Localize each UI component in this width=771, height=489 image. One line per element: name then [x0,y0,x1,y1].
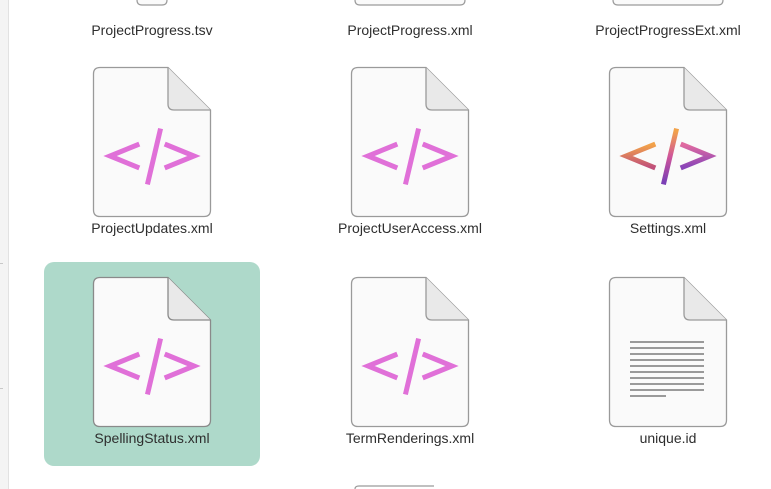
xml-document-icon [92,276,212,428]
file-name: ProjectUpdates.xml [91,220,213,236]
xml-document-icon [92,66,212,218]
file-item[interactable]: unique.id [560,262,771,466]
file-item-selected[interactable]: SpellingStatus.xml [44,262,260,466]
xml-document-icon [350,276,470,428]
file-name: unique.id [639,430,697,446]
document-icon [354,0,466,6]
document-icon [612,0,724,6]
xml-settings-document-icon [608,66,728,218]
file-item[interactable]: TermRenderings.xml [302,262,518,466]
file-name: TermRenderings.xml [345,430,475,446]
file-name: ProjectProgressExt.xml [595,22,741,38]
file-name: ProjectProgress.tsv [91,22,213,38]
file-name: Settings.xml [629,220,707,236]
file-item[interactable]: ProjectUpdates.xml [44,52,260,256]
document-icon [354,485,434,489]
document-icon [136,0,168,6]
file-name: SpellingStatus.xml [94,430,210,446]
file-item[interactable]: ProjectProgressExt.xml [560,0,771,40]
file-name: ProjectUserAccess.xml [338,220,482,236]
file-item[interactable]: ProjectProgress.tsv [44,0,260,40]
file-item[interactable]: ProjectProgress.xml [302,0,518,40]
xml-document-icon [350,66,470,218]
file-item[interactable]: ProjectUserAccess.xml [302,52,518,256]
file-name: ProjectProgress.xml [347,22,473,38]
file-item[interactable]: Settings.xml [560,52,771,256]
file-grid: ProjectProgress.tsv ProjectProgress.xml … [0,0,771,489]
text-document-icon [608,276,728,428]
